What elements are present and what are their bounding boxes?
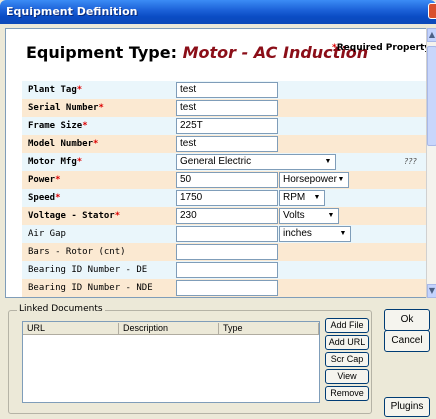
field-row-bearing-id-de: Bearing ID Number - DE [22, 261, 427, 279]
field-row-bars-rotor: Bars - Rotor (cnt) [22, 243, 427, 261]
plant-tag-input[interactable]: test [176, 82, 278, 98]
field-row-model-number: Model Number* test [22, 135, 427, 153]
column-header-type[interactable]: Type [219, 323, 319, 334]
page-title: Equipment Type: Motor - AC Induction [26, 43, 368, 62]
field-row-bearing-id-nde: Bearing ID Number - NDE [22, 279, 427, 297]
linked-documents-legend: Linked Documents [17, 304, 105, 314]
field-label: Motor Mfg* [28, 157, 83, 167]
field-row-air-gap: Air Gap inches ▼ [22, 225, 427, 243]
motor-mfg-help-link[interactable]: ??? [404, 157, 417, 166]
title-bar[interactable]: Equipment Definition [0, 0, 436, 24]
field-row-motor-mfg: Motor Mfg* General Electric ▼ ??? [22, 153, 427, 171]
motor-mfg-select[interactable]: General Electric ▼ [176, 154, 336, 170]
chevron-down-icon[interactable]: ▼ [311, 192, 323, 204]
equipment-definition-window: Equipment Definition Equipment Type: Mot… [0, 0, 436, 419]
motor-mfg-selected-value: General Electric [180, 156, 252, 167]
power-unit-select[interactable]: Horsepower ▼ [279, 172, 349, 188]
field-label: Serial Number* [28, 103, 104, 113]
field-label: Air Gap [28, 229, 66, 239]
scrollbar-thumb[interactable] [427, 46, 436, 146]
power-input[interactable]: 50 [176, 172, 278, 188]
remove-button[interactable]: Remove [325, 386, 369, 401]
linked-documents-header: URL Description Type [23, 322, 319, 335]
field-row-plant-tag: Plant Tag* test [22, 81, 427, 99]
air-gap-unit-value: inches [283, 228, 312, 239]
frame-size-input[interactable]: 225T [176, 118, 278, 134]
field-label: Power* [28, 175, 61, 185]
field-row-speed: Speed* 1750 RPM ▼ [22, 189, 427, 207]
column-header-url[interactable]: URL [23, 323, 119, 334]
close-icon[interactable] [428, 3, 436, 19]
power-unit-value: Horsepower [283, 174, 337, 185]
vertical-scrollbar[interactable]: ▲ ▼ [426, 28, 436, 298]
speed-input[interactable]: 1750 [176, 190, 278, 206]
chevron-down-icon[interactable]: ▼ [337, 228, 349, 240]
bearing-id-nde-input[interactable] [176, 280, 278, 296]
field-row-voltage-stator: Voltage - Stator* 230 Volts ▼ [22, 207, 427, 225]
voltage-unit-select[interactable]: Volts ▼ [279, 208, 339, 224]
properties-panel: Equipment Type: Motor - AC Induction *Re… [5, 28, 428, 298]
ok-button[interactable]: Ok [384, 309, 430, 331]
required-property-note: *Required Property [332, 43, 428, 53]
voltage-stator-input[interactable]: 230 [176, 208, 278, 224]
speed-unit-value: RPM [283, 192, 306, 203]
air-gap-unit-select[interactable]: inches ▼ [279, 226, 351, 242]
scroll-down-icon[interactable]: ▼ [427, 284, 436, 298]
scroll-up-icon[interactable]: ▲ [427, 28, 436, 42]
field-label: Bearing ID Number - DE [28, 265, 148, 275]
model-number-input[interactable]: test [176, 136, 278, 152]
field-row-power: Power* 50 Horsepower ▼ [22, 171, 427, 189]
serial-number-input[interactable]: test [176, 100, 278, 116]
field-label: Model Number* [28, 139, 99, 149]
linked-documents-table[interactable]: URL Description Type [22, 321, 320, 403]
plugins-button[interactable]: Plugins [384, 397, 430, 417]
column-header-description[interactable]: Description [119, 323, 219, 334]
field-label: Plant Tag* [28, 85, 83, 95]
required-note-text: Required Property [336, 43, 428, 53]
field-label: Voltage - Stator* [28, 211, 121, 221]
field-label: Frame Size* [28, 121, 88, 131]
bars-rotor-input[interactable] [176, 244, 278, 260]
window-title: Equipment Definition [6, 5, 138, 18]
field-label: Speed* [28, 193, 61, 203]
voltage-unit-value: Volts [283, 210, 305, 221]
field-label: Bearing ID Number - NDE [28, 283, 153, 293]
air-gap-input[interactable] [176, 226, 278, 242]
add-url-button[interactable]: Add URL [325, 335, 369, 350]
field-label: Bars - Rotor (cnt) [28, 247, 126, 257]
view-button[interactable]: View [325, 369, 369, 384]
equipment-type-prefix: Equipment Type: [26, 43, 183, 62]
cancel-button[interactable]: Cancel [384, 330, 430, 352]
add-file-button[interactable]: Add File [325, 318, 369, 333]
field-row-serial-number: Serial Number* test [22, 99, 427, 117]
bearing-id-de-input[interactable] [176, 262, 278, 278]
speed-unit-select[interactable]: RPM ▼ [279, 190, 325, 206]
field-row-frame-size: Frame Size* 225T [22, 117, 427, 135]
chevron-down-icon[interactable]: ▼ [325, 210, 337, 222]
chevron-down-icon[interactable]: ▼ [335, 174, 347, 186]
scr-cap-button[interactable]: Scr Cap [325, 352, 369, 367]
chevron-down-icon[interactable]: ▼ [322, 156, 334, 168]
